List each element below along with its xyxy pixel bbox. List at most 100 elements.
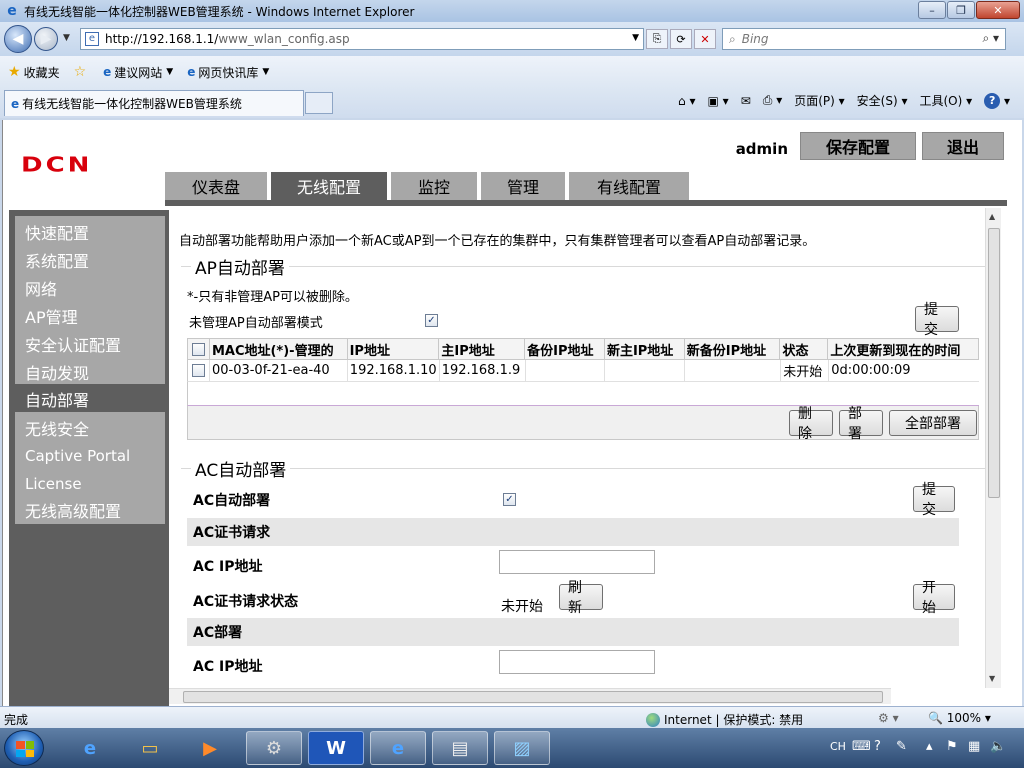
popup-blocker-icon[interactable]: ⚙ ▾ [878,711,899,725]
compat-view-button[interactable]: ⎘ [646,29,668,49]
stop-icon: ✕ [700,32,710,46]
close-button[interactable]: ✕ [976,1,1020,19]
horizontal-scroll-thumb[interactable] [183,691,883,703]
address-input[interactable]: e http://192.168.1.1/www_wlan_config.asp… [80,28,644,50]
home-button[interactable]: ⌂ ▾ [678,94,695,108]
keyboard-icon[interactable]: ⌨ [852,739,871,754]
expand-tray-icon[interactable]: ▴ [926,739,933,754]
sidebar-item-license[interactable]: License [15,470,165,498]
restore-button[interactable]: ❐ [947,1,975,19]
logout-button[interactable]: 退出 [922,132,1004,160]
taskbar-explorer-icon[interactable]: ▭ [122,731,178,765]
page-menu[interactable]: 页面(P) ▾ [794,92,844,109]
chevron-down-icon: ▼ [262,67,270,77]
col-mac: MAC地址(*)-管理的 [210,339,348,359]
start-button[interactable]: 开始 [913,580,955,616]
ac-deploy-legend: AC自动部署 [191,456,291,481]
ime-indicator[interactable]: CH [830,740,846,753]
content-horizontal-scrollbar[interactable] [169,688,891,704]
vertical-scroll-thumb[interactable] [988,228,1000,498]
taskbar-tool-icon[interactable]: ⚙ [246,731,302,765]
ac-cert-band: AC证书请求 [187,518,959,546]
sidebar-item-quick-config[interactable]: 快速配置 [15,218,165,246]
taskbar-media-player-icon[interactable]: ▶ [182,731,238,765]
delete-button[interactable]: 删除 [789,406,833,442]
select-all-checkbox[interactable] [192,342,205,356]
ap-submit-button[interactable]: 提交 [915,302,959,338]
tab-monitor[interactable]: 监控 [391,172,477,200]
address-dropdown-icon[interactable]: ▼ [632,33,639,43]
safety-menu[interactable]: 安全(S) ▾ [857,92,908,109]
ac-deploy-checkbox[interactable]: ✓ [503,493,516,506]
sidebar-item-captive-portal[interactable]: Captive Portal [15,442,165,470]
refresh-button[interactable]: ⟳ [670,29,692,49]
ac-cert-status-value: 未开始 [501,599,543,615]
tab-dashboard[interactable]: 仪表盘 [165,172,267,200]
deploy-all-button[interactable]: 全部部署 [889,410,977,436]
sidebar-item-ap-management[interactable]: AP管理 [15,302,165,330]
sidebar-item-security-auth[interactable]: 安全认证配置 [15,330,165,358]
forward-button[interactable]: ▶ [34,27,58,51]
scroll-up-icon[interactable]: ▲ [989,212,995,221]
security-zone[interactable]: Internet | 保护模式: 禁用 [646,711,803,728]
suggested-sites-button[interactable]: e 建议网站 ▼ [103,64,173,81]
mail-button[interactable]: ✉ [741,94,751,108]
sidebar-item-auto-discovery[interactable]: 自动发现 [15,358,165,386]
row-checkbox[interactable] [192,364,205,377]
favorites-star-icon: ★ [8,64,21,80]
web-slices-button[interactable]: e 网页快讯库 ▼ [187,64,269,81]
tab-wired-config[interactable]: 有线配置 [569,172,689,200]
taskbar-ie-icon[interactable]: e [62,731,118,765]
tools-menu[interactable]: 工具(O) ▾ [920,92,973,109]
main-nav-tabs: 仪表盘 无线配置 监控 管理 有线配置 [165,172,693,200]
favorites-button[interactable]: ★ 收藏夹 [8,64,60,81]
scroll-down-icon[interactable]: ▼ [989,674,995,683]
sidebar-item-system-config[interactable]: 系统配置 [15,246,165,274]
tab-management[interactable]: 管理 [481,172,565,200]
tab-wireless-config[interactable]: 无线配置 [271,172,387,200]
window-titlebar: e 有线无线智能一体化控制器WEB管理系统 - Windows Internet… [0,0,1024,22]
help-tray-icon[interactable]: ? [874,739,881,754]
network-icon[interactable]: ▦ [968,739,980,754]
action-center-flag-icon[interactable]: ⚑ [946,739,958,754]
print-button[interactable]: ⎙ ▾ [763,93,782,108]
add-favorite-button[interactable]: ☆ [74,64,90,80]
taskbar-word-icon[interactable]: W [308,731,364,765]
ie-page-icon: e [103,65,112,79]
sidebar-item-network[interactable]: 网络 [15,274,165,302]
browser-tab[interactable]: e 有线无线智能一体化控制器WEB管理系统 [4,90,304,116]
history-dropdown-icon[interactable]: ▼ [63,33,70,43]
feeds-button[interactable]: ▣ ▾ [708,94,729,108]
save-config-button[interactable]: 保存配置 [800,132,916,160]
volume-icon[interactable]: 🔈 [990,739,1006,754]
ac-cert-ip-input[interactable] [499,550,655,574]
ac-deploy-ip-input[interactable] [499,650,655,674]
deploy-button[interactable]: 部署 [839,406,883,442]
refresh-status-button[interactable]: 刷新 [559,580,603,616]
search-input[interactable]: ⌕ Bing ⌕ ▾ [722,28,1006,50]
new-tab-button[interactable] [305,92,333,114]
content-vertical-scrollbar[interactable]: ▲ ▼ [985,208,1001,688]
taskbar-ie-window-icon[interactable]: e [370,731,426,765]
start-button[interactable] [4,730,44,766]
sidebar-item-wireless-security[interactable]: 无线安全 [15,414,165,442]
stop-button[interactable]: ✕ [694,29,716,49]
compat-view-icon: ⎘ [652,32,662,45]
help-button[interactable]: ? ▾ [984,92,1010,109]
sidebar-item-auto-deploy[interactable]: 自动部署 [15,386,165,412]
sidebar-item-wireless-advanced[interactable]: 无线高级配置 [15,496,165,524]
current-user: admin [735,140,788,158]
taskbar-notepad-icon[interactable]: ▤ [432,731,488,765]
print-icon: ⎙ [762,93,773,107]
row-select-cell [188,360,210,381]
back-button[interactable]: ◀ [4,25,32,53]
search-icon[interactable]: ⌕ ▾ [982,31,999,46]
ac-submit-button[interactable]: 提交 [913,482,955,518]
pen-icon[interactable]: ✎ [896,739,907,754]
tools-menu-label: 工具(O) [919,94,963,108]
minimize-button[interactable]: – [918,1,946,19]
zoom-control[interactable]: 🔍 100% ▾ [928,711,991,725]
table-row[interactable]: 00-03-0f-21-ea-40 192.168.1.10 192.168.1… [187,360,979,382]
taskbar-photo-icon[interactable]: ▨ [494,731,550,765]
ap-mode-checkbox[interactable]: ✓ [425,314,438,327]
